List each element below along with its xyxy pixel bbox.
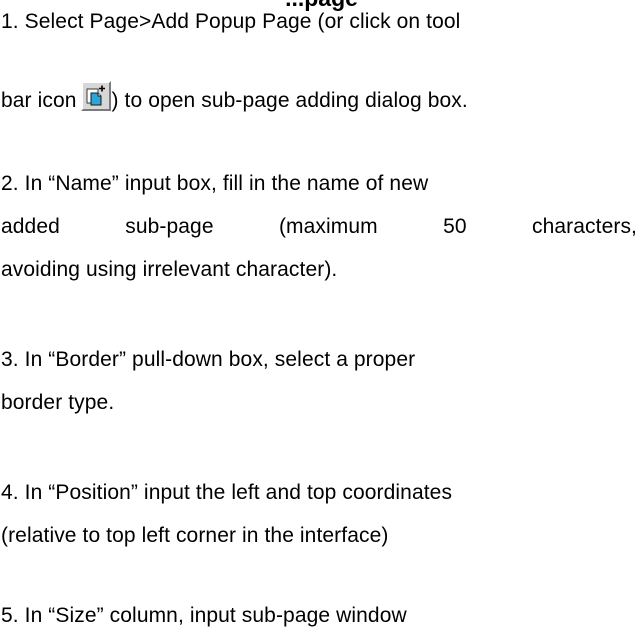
step2-line3: avoiding using irrelevant character). [1,258,338,281]
step1-line2-before: bar icon [1,89,77,112]
step1-line1: 1. Select Page>Add Popup Page (or click … [1,10,461,33]
step2-line1: 2. In “Name” input box, fill in the name… [1,172,429,195]
step2-line2: added sub-page (maximum 50 characters, [1,215,637,238]
add-popup-page-icon [80,81,111,111]
step1-line2-after: ) to open sub-page adding dialog box. [111,89,468,112]
step4-line1: 4. In “Position” input the left and top … [1,481,453,504]
step3-line2: border type. [1,391,115,414]
section-heading-partial: ...page [0,0,643,10]
step4-line2: (relative to top left corner in the inte… [1,524,389,547]
step1-line2: bar icon ) to open sub-page adding dialo… [1,81,468,113]
step3-line1: 3. In “Border” pull-down box, select a p… [1,348,416,371]
step5-line1: 5. In “Size” column, input sub-page wind… [1,604,407,627]
document-page: ...page 1. Select Page>Add Popup Page (o… [0,0,643,627]
